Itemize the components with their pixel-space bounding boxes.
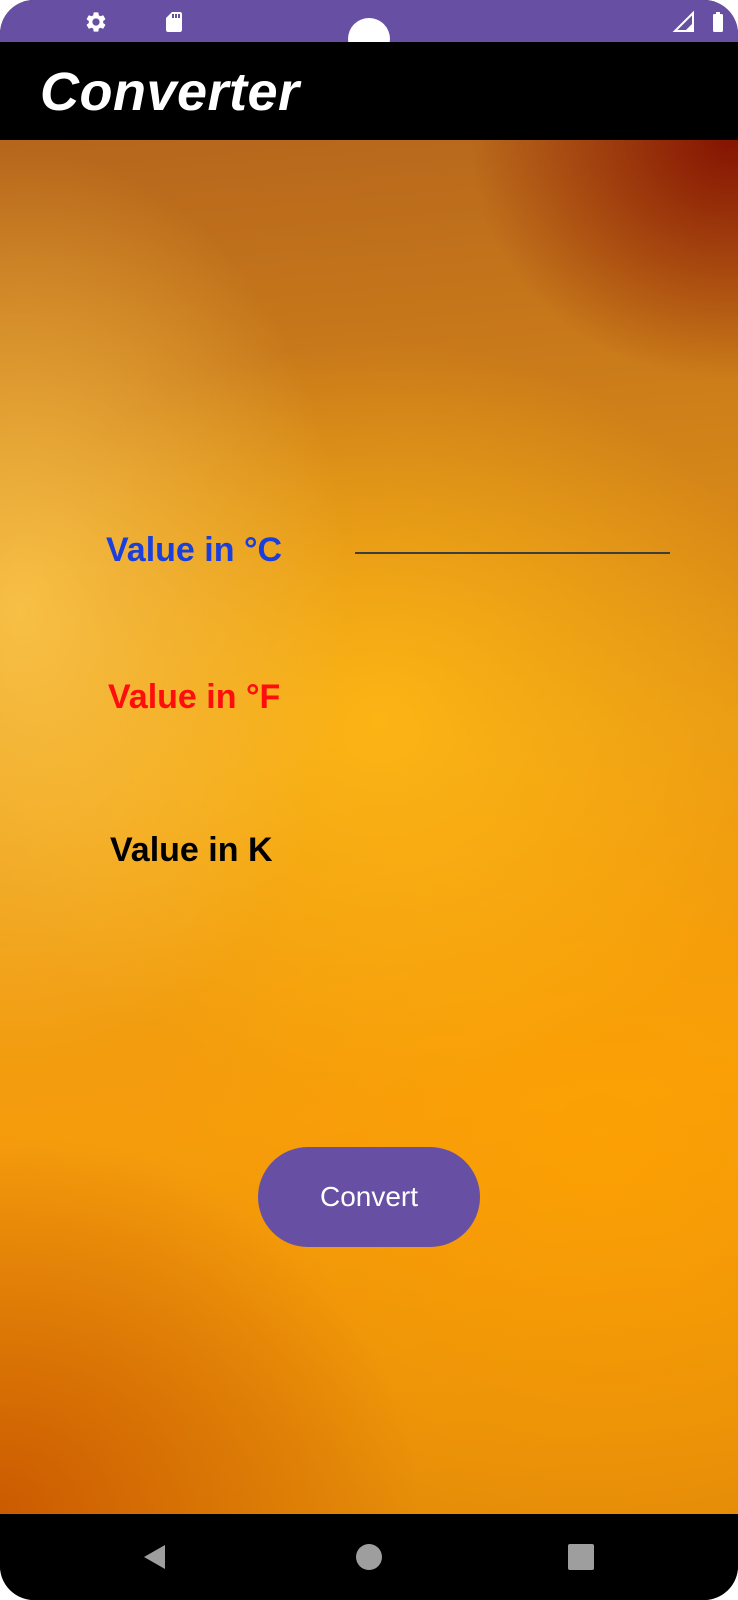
celsius-label: Value in °C — [106, 531, 283, 569]
app-title: Converter — [40, 62, 300, 122]
navigation-bar — [0, 1514, 738, 1600]
back-icon[interactable] — [138, 1540, 172, 1574]
celsius-input[interactable] — [355, 510, 670, 554]
settings-icon — [84, 10, 108, 34]
convert-button[interactable]: Convert — [258, 1147, 480, 1247]
sd-card-icon — [162, 10, 186, 34]
app-bar: Converter — [0, 42, 738, 140]
home-icon[interactable] — [352, 1540, 386, 1574]
fahrenheit-label: Value in °F — [108, 678, 281, 716]
recents-icon[interactable] — [564, 1540, 598, 1574]
battery-icon — [706, 10, 730, 34]
phone-screen: Converter Value in °C Value in °F Value … — [0, 0, 738, 1600]
kelvin-label: Value in K — [110, 831, 273, 869]
signal-icon — [672, 10, 696, 34]
converter-form: Value in °C Value in °F Value in K Conve… — [0, 140, 738, 1514]
